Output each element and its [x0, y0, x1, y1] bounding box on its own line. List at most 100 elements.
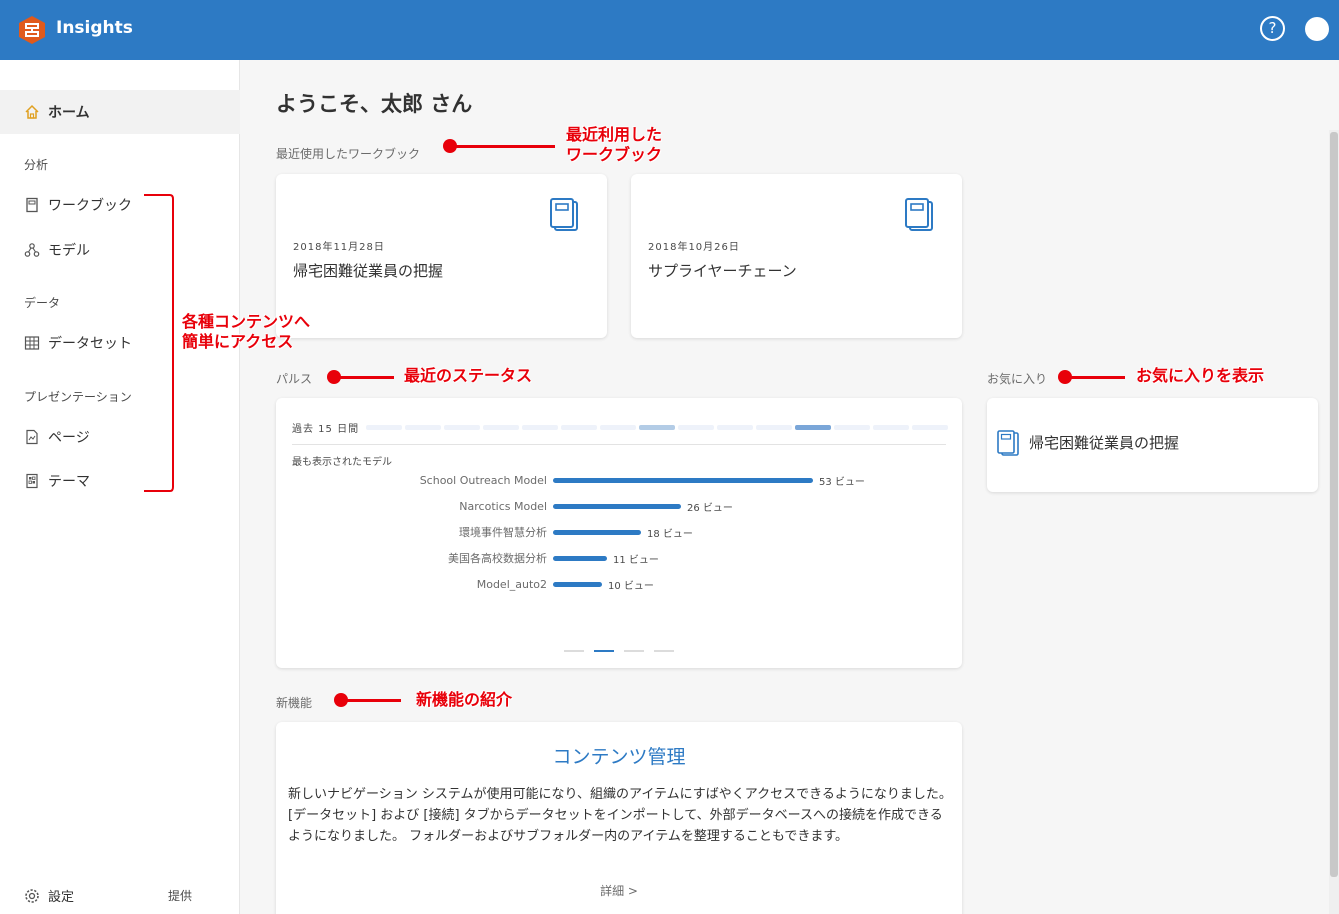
- app-title[interactable]: Insights: [56, 18, 133, 38]
- whats-new-title: コンテンツ管理: [552, 746, 686, 768]
- pulse-period: 過去 15 日間: [292, 424, 360, 435]
- favorite-name[interactable]: 帰宅困難従業員の把握: [1029, 432, 1179, 453]
- annotation-text: ワークブック: [566, 145, 663, 164]
- workbook-name[interactable]: 帰宅困難従業員の把握: [293, 260, 443, 281]
- annotation-bracket: [144, 194, 174, 492]
- pager-dot[interactable]: [594, 650, 614, 652]
- whats-new-more-link[interactable]: 詳細 >: [276, 882, 962, 899]
- workbook-name[interactable]: サプライヤーチェーン: [648, 260, 797, 281]
- gear-icon: [25, 888, 39, 903]
- pulse-pager[interactable]: [564, 650, 674, 652]
- home-icon: [25, 104, 39, 119]
- workbook-icon: [550, 198, 578, 231]
- timeline-day[interactable]: [600, 425, 636, 430]
- model-name: Narcotics Model: [459, 499, 547, 513]
- favorite-card[interactable]: 帰宅困難従業員の把握: [987, 398, 1318, 492]
- settings-button[interactable]: 設定: [24, 886, 74, 905]
- sidebar-item-dataset[interactable]: データセット: [24, 333, 132, 353]
- timeline-day[interactable]: [522, 425, 558, 430]
- workbook-icon: [905, 198, 933, 231]
- sidebar: ホーム 分析 ワークブック モデル データ データセット プレゼンテーション ペ…: [0, 60, 240, 914]
- most-viewed-label: 最も表示されたモデル: [292, 457, 392, 468]
- timeline-day[interactable]: [639, 425, 675, 430]
- pulse-label: パルス: [276, 372, 313, 386]
- model-icon: [24, 243, 40, 257]
- annotation-text: 各種コンテンツへ: [182, 312, 311, 331]
- workbook-date: 2018年11月28日: [293, 242, 385, 253]
- timeline-day[interactable]: [561, 425, 597, 430]
- annotation-text: 簡単にアクセス: [182, 332, 294, 351]
- timeline-day[interactable]: [405, 425, 441, 430]
- pulse-timeline[interactable]: [366, 425, 948, 430]
- model-views: 18 ビュー: [647, 528, 693, 540]
- sidebar-item-label: モデル: [48, 243, 90, 259]
- provided-link[interactable]: 提供: [168, 887, 192, 904]
- annotation-line: [1065, 376, 1125, 379]
- sidebar-item-home[interactable]: ホーム: [0, 90, 240, 134]
- page-title: ようこそ、太郎 さん: [276, 92, 473, 116]
- sidebar-item-label: ページ: [48, 430, 90, 446]
- recent-workbook-card[interactable]: 2018年11月28日 帰宅困難従業員の把握: [276, 174, 607, 338]
- sidebar-item-label: テーマ: [48, 474, 90, 490]
- recent-workbook-card[interactable]: 2018年10月26日 サプライヤーチェーン: [631, 174, 962, 338]
- whats-new-card: コンテンツ管理 新しいナビゲーション システムが使用可能になり、組織のアイテムに…: [276, 722, 962, 914]
- sidebar-item-workbook[interactable]: ワークブック: [24, 195, 132, 215]
- annotation-line: [450, 145, 555, 148]
- sidebar-item-theme[interactable]: テーマ: [24, 471, 90, 491]
- annotation-recent: 最近利用した ワークブック: [566, 125, 662, 165]
- model-bar: [553, 503, 681, 509]
- timeline-day[interactable]: [366, 425, 402, 430]
- sidebar-item-label: データセット: [48, 336, 132, 352]
- page-icon: [26, 429, 38, 445]
- model-bar-row[interactable]: 美国各高校数据分析 11 ビュー: [292, 551, 659, 566]
- model-bar-row[interactable]: Model_auto2 10 ビュー: [292, 577, 654, 592]
- annotation-sidebar: 各種コンテンツへ 簡単にアクセス: [182, 312, 310, 352]
- settings-label: 設定: [48, 890, 75, 905]
- dataset-table-icon: [24, 336, 40, 350]
- model-bar: [553, 477, 813, 483]
- section-data: データ: [24, 296, 61, 310]
- insights-logo-icon[interactable]: [18, 15, 46, 45]
- annotation-line: [334, 376, 394, 379]
- model-views: 26 ビュー: [687, 502, 733, 514]
- sidebar-item-model[interactable]: モデル: [24, 240, 90, 260]
- timeline-day[interactable]: [483, 425, 519, 430]
- model-views: 10 ビュー: [608, 580, 654, 592]
- model-name: Model_auto2: [476, 577, 547, 591]
- workbook-date: 2018年10月26日: [648, 242, 740, 253]
- sidebar-item-page[interactable]: ページ: [24, 427, 90, 447]
- top-bar: Insights ?: [0, 0, 1339, 60]
- pulse-card: 過去 15 日間 最も表示されたモデル School Outreach Mode…: [276, 398, 962, 668]
- timeline-day[interactable]: [444, 425, 480, 430]
- model-bar-row[interactable]: Narcotics Model 26 ビュー: [292, 499, 733, 514]
- model-name: 環境事件智慧分析: [459, 526, 547, 539]
- workbook-icon: [26, 197, 38, 213]
- timeline-day[interactable]: [873, 425, 909, 430]
- annotation-text: 最近利用した: [566, 125, 663, 144]
- pager-dot[interactable]: [564, 650, 584, 652]
- pulse-divider: [292, 444, 946, 445]
- scrollbar-thumb[interactable]: [1330, 132, 1338, 877]
- recent-workbooks-label: 最近使用したワークブック: [276, 147, 421, 161]
- section-analysis: 分析: [24, 158, 49, 172]
- pager-dot[interactable]: [654, 650, 674, 652]
- model-views: 53 ビュー: [819, 476, 865, 488]
- model-bar-row[interactable]: School Outreach Model 53 ビュー: [292, 473, 865, 488]
- timeline-day[interactable]: [717, 425, 753, 430]
- timeline-day[interactable]: [834, 425, 870, 430]
- model-bar: [553, 529, 641, 535]
- help-icon[interactable]: ?: [1260, 16, 1285, 41]
- timeline-day[interactable]: [795, 425, 831, 430]
- timeline-day[interactable]: [756, 425, 792, 430]
- timeline-day[interactable]: [912, 425, 948, 430]
- user-avatar[interactable]: [1305, 17, 1329, 41]
- workbook-icon: [997, 430, 1019, 456]
- theme-icon: [26, 473, 38, 489]
- sidebar-item-label: ワークブック: [48, 198, 132, 214]
- model-name: School Outreach Model: [419, 473, 547, 487]
- timeline-day[interactable]: [678, 425, 714, 430]
- model-bar-row[interactable]: 環境事件智慧分析 18 ビュー: [292, 525, 693, 540]
- annotation-pulse: 最近のステータス: [404, 366, 533, 385]
- sidebar-item-label: ホーム: [48, 105, 90, 121]
- pager-dot[interactable]: [624, 650, 644, 652]
